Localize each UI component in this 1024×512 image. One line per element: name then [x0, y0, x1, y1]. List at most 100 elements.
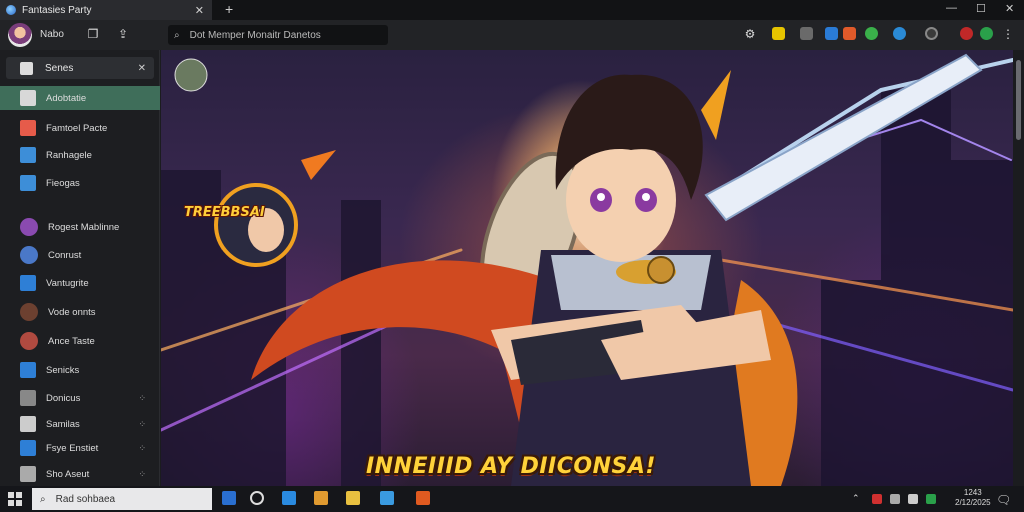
tab-title: Fantasies Party: [22, 4, 92, 16]
sidebar-item-label: Ranhagele: [46, 149, 92, 161]
sidebar-item[interactable]: Fsye Enstiet ⁘: [0, 436, 160, 460]
file-icon: [20, 120, 36, 136]
pin-icon[interactable]: ⁘: [138, 443, 146, 454]
search-input[interactable]: ⌕ Dot Memper Monaitr Danetos: [168, 25, 388, 45]
copy-icon[interactable]: ❐: [85, 26, 101, 42]
sidebar-item-label: Famtoel Pacte: [46, 122, 108, 134]
sidebar-item-label: Adobtatie: [46, 92, 87, 104]
clock-date: 2/12/2025: [955, 498, 991, 507]
folder-icon: [20, 147, 36, 163]
eye-right-highlight: [642, 193, 650, 201]
sidebar-item[interactable]: Fieogas: [0, 171, 160, 195]
folder-icon: [20, 416, 36, 432]
sidebar-item[interactable]: Sho Aseut ⁘: [0, 462, 160, 486]
play-icon: [20, 275, 36, 291]
sidebar-item[interactable]: Ance Taste: [0, 329, 160, 353]
search-placeholder: Dot Memper Monaitr Danetos: [189, 29, 321, 41]
sidebar-item[interactable]: Senicks: [0, 358, 160, 382]
mail-app-icon[interactable]: [380, 491, 394, 505]
sidebar-avatar: [20, 332, 38, 350]
taskbar-clock[interactable]: 1243 2/12/2025: [955, 488, 991, 508]
pin-icon[interactable]: ⁘: [138, 393, 146, 404]
extension-red-icon[interactable]: [960, 27, 973, 40]
folder-app-icon[interactable]: [314, 491, 328, 505]
new-tab-button[interactable]: +: [225, 1, 233, 17]
sidebar-item[interactable]: Donicus ⁘: [0, 386, 160, 410]
portrait-avatar: [174, 58, 208, 92]
notification-icon[interactable]: 🗨: [996, 493, 1011, 507]
browser-tab[interactable]: Fantasies Party ✕: [0, 0, 212, 20]
tab-favicon-icon: [6, 5, 16, 15]
sidebar-item-label: Rogest Mablinne: [48, 221, 120, 233]
sidebar-item[interactable]: Adobtatie: [0, 86, 160, 110]
extension-orange-icon[interactable]: [843, 27, 856, 40]
tray-network-icon[interactable]: [890, 494, 900, 504]
windows-start-icon[interactable]: [8, 492, 22, 506]
task-view-icon[interactable]: [250, 491, 264, 505]
extension-gray-icon[interactable]: [800, 27, 813, 40]
minimize-button[interactable]: —: [946, 2, 957, 14]
tray-chevron-icon[interactable]: ⌃: [852, 493, 860, 504]
extension-chat-icon[interactable]: [980, 27, 993, 40]
extension-blue-icon[interactable]: [825, 27, 838, 40]
pin-icon[interactable]: ⁘: [138, 469, 146, 480]
eye-left-highlight: [597, 193, 605, 201]
tray-red-icon[interactable]: [872, 494, 882, 504]
sidebar-item[interactable]: Conrust: [0, 243, 160, 267]
tab-close-icon[interactable]: ✕: [195, 4, 204, 17]
sidebar-search-label: Senes: [45, 62, 74, 74]
monitor-icon: [20, 440, 36, 456]
menu-icon[interactable]: ⋮: [1000, 26, 1016, 42]
edge-browser-icon[interactable]: [282, 491, 296, 505]
tray-battery-icon[interactable]: [926, 494, 936, 504]
sidebar-avatar: [20, 246, 38, 264]
sidebar-item-label: Fsye Enstiet: [46, 442, 99, 454]
globe-icon: [20, 466, 36, 482]
sidebar-item[interactable]: Samilas ⁘: [0, 412, 160, 436]
settings-icon[interactable]: ⚙: [742, 26, 758, 42]
taskbar-search-icon: ⌕: [40, 493, 46, 505]
extension-yellow-icon[interactable]: [772, 27, 785, 40]
close-window-button[interactable]: ✕: [1005, 2, 1014, 15]
sidebar-item[interactable]: Famtoel Pacte: [0, 116, 160, 140]
sidebar-item-label: Donicus: [46, 392, 81, 404]
sidebar-item[interactable]: Ranhagele: [0, 143, 160, 167]
game-app-icon[interactable]: [416, 491, 430, 505]
extension-globe-icon[interactable]: [893, 27, 906, 40]
circle-icon: [20, 390, 36, 406]
anime-hero-image: [161, 50, 1013, 486]
scrollbar-thumb[interactable]: [1016, 60, 1021, 140]
sidebar-item[interactable]: Rogest Mablinne: [0, 215, 160, 239]
sidebar-item-label: Ance Taste: [48, 335, 95, 347]
taskbar-search-input[interactable]: ⌕ Rad sohbaea: [32, 488, 212, 510]
sidebar-item-label: Senicks: [46, 364, 80, 376]
sidebar-item-label: Fieogas: [46, 177, 80, 189]
pin-icon[interactable]: ⁘: [138, 419, 146, 430]
tray-volume-icon[interactable]: [908, 494, 918, 504]
profile-label: Nabo: [40, 29, 64, 40]
maximize-button[interactable]: ☐: [976, 2, 986, 15]
profile-avatar[interactable]: [8, 23, 32, 47]
sidebar-item[interactable]: Vode onnts: [0, 300, 160, 324]
extension-circle-icon[interactable]: [925, 27, 938, 40]
clear-icon[interactable]: ✕: [138, 63, 146, 74]
side-character-wing: [301, 150, 336, 180]
sidebar-avatar: [20, 303, 38, 321]
sidebar-item[interactable]: Vantugrite: [0, 271, 160, 295]
doc-icon: [20, 90, 36, 106]
extension-green-icon[interactable]: [865, 27, 878, 40]
sidebar-item-label: Samilas: [46, 418, 80, 430]
file-explorer-icon[interactable]: [346, 491, 360, 505]
city-silhouette-right: [821, 90, 1013, 486]
hero-caption: INNEIIID AY DIICONSA!: [366, 454, 656, 479]
sidebar-item-label: Vode onnts: [48, 306, 96, 318]
armor-medallion: [647, 256, 675, 284]
app-store-icon[interactable]: [222, 491, 236, 505]
sidebar-avatar: [20, 218, 38, 236]
search-icon: ⌕: [174, 29, 180, 41]
sidebar-search-icon: [20, 61, 33, 75]
sidebar-search[interactable]: Senes ✕: [6, 57, 154, 79]
hero-illustration: [161, 53, 1013, 486]
share-icon[interactable]: ⇪: [115, 26, 131, 42]
send-icon: [20, 362, 36, 378]
